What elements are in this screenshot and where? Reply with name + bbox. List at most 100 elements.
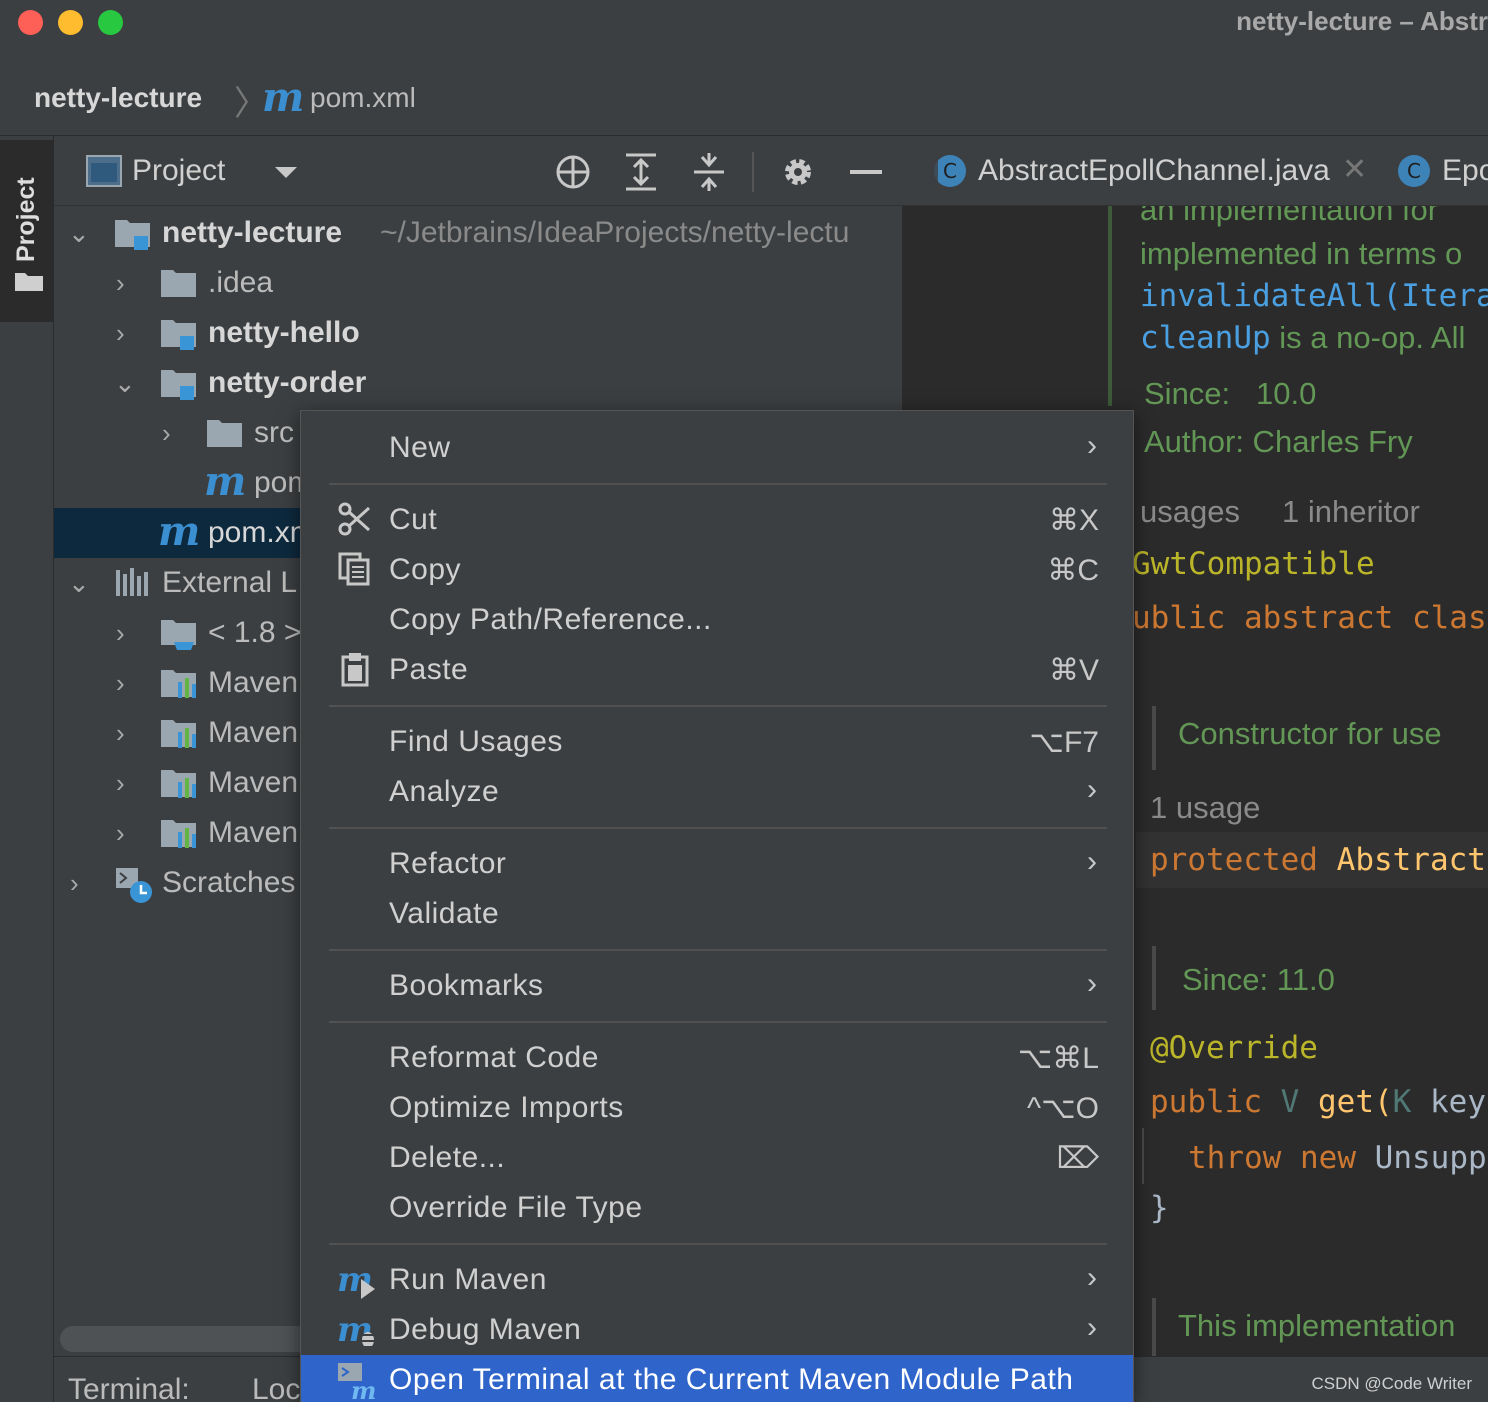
constructor-name: Abstract <box>1336 842 1486 878</box>
menu-item-refactor[interactable]: Refactor › <box>301 839 1133 889</box>
chevron-right-icon[interactable]: › <box>116 618 125 649</box>
expand-all-icon[interactable] <box>624 153 658 191</box>
menu-item-label: Copy Path/Reference... <box>389 603 712 636</box>
maven-library-icon <box>161 720 196 748</box>
folder-icon <box>161 270 196 297</box>
menu-item-shortcut: ⌥⌘L <box>1017 1042 1099 1075</box>
folder-icon <box>207 420 242 447</box>
breadcrumb-file[interactable]: pom.xml <box>310 82 416 114</box>
chevron-right-icon[interactable]: › <box>116 668 125 699</box>
menu-item-run-maven[interactable]: m Run Maven › <box>301 1255 1133 1305</box>
breadcrumb-project[interactable]: netty-lecture <box>34 82 202 114</box>
menu-separator <box>329 827 1107 829</box>
menu-separator <box>329 483 1107 485</box>
tab-abstract-epoll-channel[interactable]: C AbstractEpollChannel.java ✕ <box>902 136 1386 206</box>
menu-item-label: Paste <box>389 653 469 686</box>
doc-line: Constructor for use <box>1178 716 1442 751</box>
chevron-right-icon[interactable]: › <box>116 818 125 849</box>
menu-item-validate[interactable]: Validate <box>301 889 1133 939</box>
tree-item-label: Maven <box>208 666 299 699</box>
type-param: V <box>1280 1084 1300 1120</box>
maven-file-icon: m <box>158 508 201 555</box>
constructor-line: protected Abstract <box>1150 842 1486 878</box>
menu-item-label: Find Usages <box>389 725 563 758</box>
menu-item-find-usages[interactable]: Find Usages ⌥F7 <box>301 717 1133 767</box>
terminal-tab[interactable]: Loc <box>252 1373 300 1402</box>
chevron-right-icon[interactable]: › <box>116 718 125 749</box>
zoom-window-button[interactable] <box>98 10 123 35</box>
menu-item-label: New <box>389 431 451 464</box>
menu-item-open-terminal[interactable]: m Open Terminal at the Current Maven Mod… <box>301 1355 1133 1402</box>
tree-item-netty-order[interactable]: ⌄ netty-order <box>54 358 902 408</box>
since-label: Since: <box>1144 376 1231 411</box>
usages-hint[interactable]: usages <box>1140 494 1240 530</box>
hide-panel-icon[interactable] <box>850 170 882 174</box>
collapse-all-icon[interactable] <box>692 153 726 191</box>
menu-item-copy-path[interactable]: Copy Path/Reference... <box>301 595 1133 645</box>
minimize-window-button[interactable] <box>58 10 83 35</box>
menu-separator <box>329 949 1107 951</box>
chevron-right-icon: › <box>1087 773 1097 806</box>
scissors-icon <box>338 502 371 536</box>
menu-item-analyze[interactable]: Analyze › <box>301 767 1133 817</box>
doc-line: implemented in terms o <box>1140 236 1463 271</box>
tree-item-netty-hello[interactable]: › netty-hello <box>54 308 902 358</box>
close-tab-icon[interactable]: ✕ <box>1342 152 1367 187</box>
doc-link[interactable]: invalidateAll(Iterab <box>1140 278 1488 314</box>
since-value: 10.0 <box>1256 376 1317 411</box>
tab-label: AbstractEpollChannel.java <box>978 154 1330 187</box>
doc-block-marker <box>1108 206 1112 406</box>
java-class-icon: C <box>1398 155 1430 187</box>
usages-hint[interactable]: 1 usage <box>1150 790 1260 826</box>
chevron-down-icon[interactable]: ⌄ <box>68 568 90 599</box>
chevron-right-icon[interactable]: › <box>116 268 125 299</box>
menu-item-bookmarks[interactable]: Bookmarks › <box>301 961 1133 1011</box>
inheritor-hint[interactable]: 1 inheritor <box>1282 494 1420 530</box>
menu-item-delete[interactable]: Delete... ⌦ <box>301 1133 1133 1183</box>
chevron-down-icon[interactable]: ⌄ <box>114 368 136 399</box>
maven-run-icon: m <box>337 1261 375 1300</box>
doc-link[interactable]: cleanUp <box>1140 320 1271 356</box>
tree-item-netty-lecture[interactable]: ⌄ netty-lecture ~/Jetbrains/IdeaProjects… <box>54 208 902 258</box>
gear-icon[interactable] <box>780 154 816 190</box>
param: key <box>1430 1084 1486 1120</box>
menu-item-label: Validate <box>389 897 500 930</box>
module-folder-icon <box>161 370 196 400</box>
menu-item-label: Reformat Code <box>389 1041 599 1074</box>
chevron-right-icon: › <box>1087 1261 1097 1294</box>
chevron-down-icon[interactable] <box>274 166 298 180</box>
menu-item-cut[interactable]: Cut ⌘X <box>301 495 1133 545</box>
menu-item-new[interactable]: New › <box>301 423 1133 473</box>
menu-item-debug-maven[interactable]: m Debug Maven › <box>301 1305 1133 1355</box>
keyword: new <box>1300 1140 1356 1176</box>
locate-file-icon[interactable] <box>554 153 592 191</box>
chevron-right-icon[interactable]: › <box>162 418 171 449</box>
chevron-right-icon[interactable]: › <box>116 318 125 349</box>
tree-item-label: External L <box>162 566 298 599</box>
keyword: throw <box>1188 1140 1282 1176</box>
chevron-right-icon[interactable]: › <box>116 768 125 799</box>
menu-item-label: Override File Type <box>389 1191 643 1224</box>
project-view-selector[interactable]: Project <box>132 154 225 188</box>
maven-library-icon <box>161 770 196 798</box>
chevron-down-icon[interactable]: ⌄ <box>68 218 90 249</box>
menu-separator <box>329 705 1107 707</box>
maven-file-icon: m <box>262 74 305 121</box>
menu-item-optimize-imports[interactable]: Optimize Imports ^⌥O <box>301 1083 1133 1133</box>
tree-item-idea[interactable]: › .idea <box>54 258 902 308</box>
tab-epoll[interactable]: C Epo <box>1396 136 1488 206</box>
maven-library-icon <box>161 820 196 848</box>
menu-item-paste[interactable]: Paste ⌘V <box>301 645 1133 695</box>
menu-item-copy[interactable]: Copy ⌘C <box>301 545 1133 595</box>
menu-item-reformat-code[interactable]: Reformat Code ⌥⌘L <box>301 1033 1133 1083</box>
horizontal-scrollbar[interactable] <box>60 1326 320 1352</box>
menu-item-label: Refactor <box>389 847 507 880</box>
jdk-folder-icon <box>161 620 196 650</box>
menu-item-override-file-type[interactable]: Override File Type <box>301 1183 1133 1233</box>
doc-since: Since: 11.0 <box>1182 962 1335 997</box>
terminal-label: Terminal: <box>68 1373 190 1402</box>
close-window-button[interactable] <box>18 10 43 35</box>
chevron-right-icon: › <box>1087 967 1097 1000</box>
chevron-right-icon[interactable]: › <box>70 868 79 899</box>
menu-item-label: Optimize Imports <box>389 1091 624 1124</box>
